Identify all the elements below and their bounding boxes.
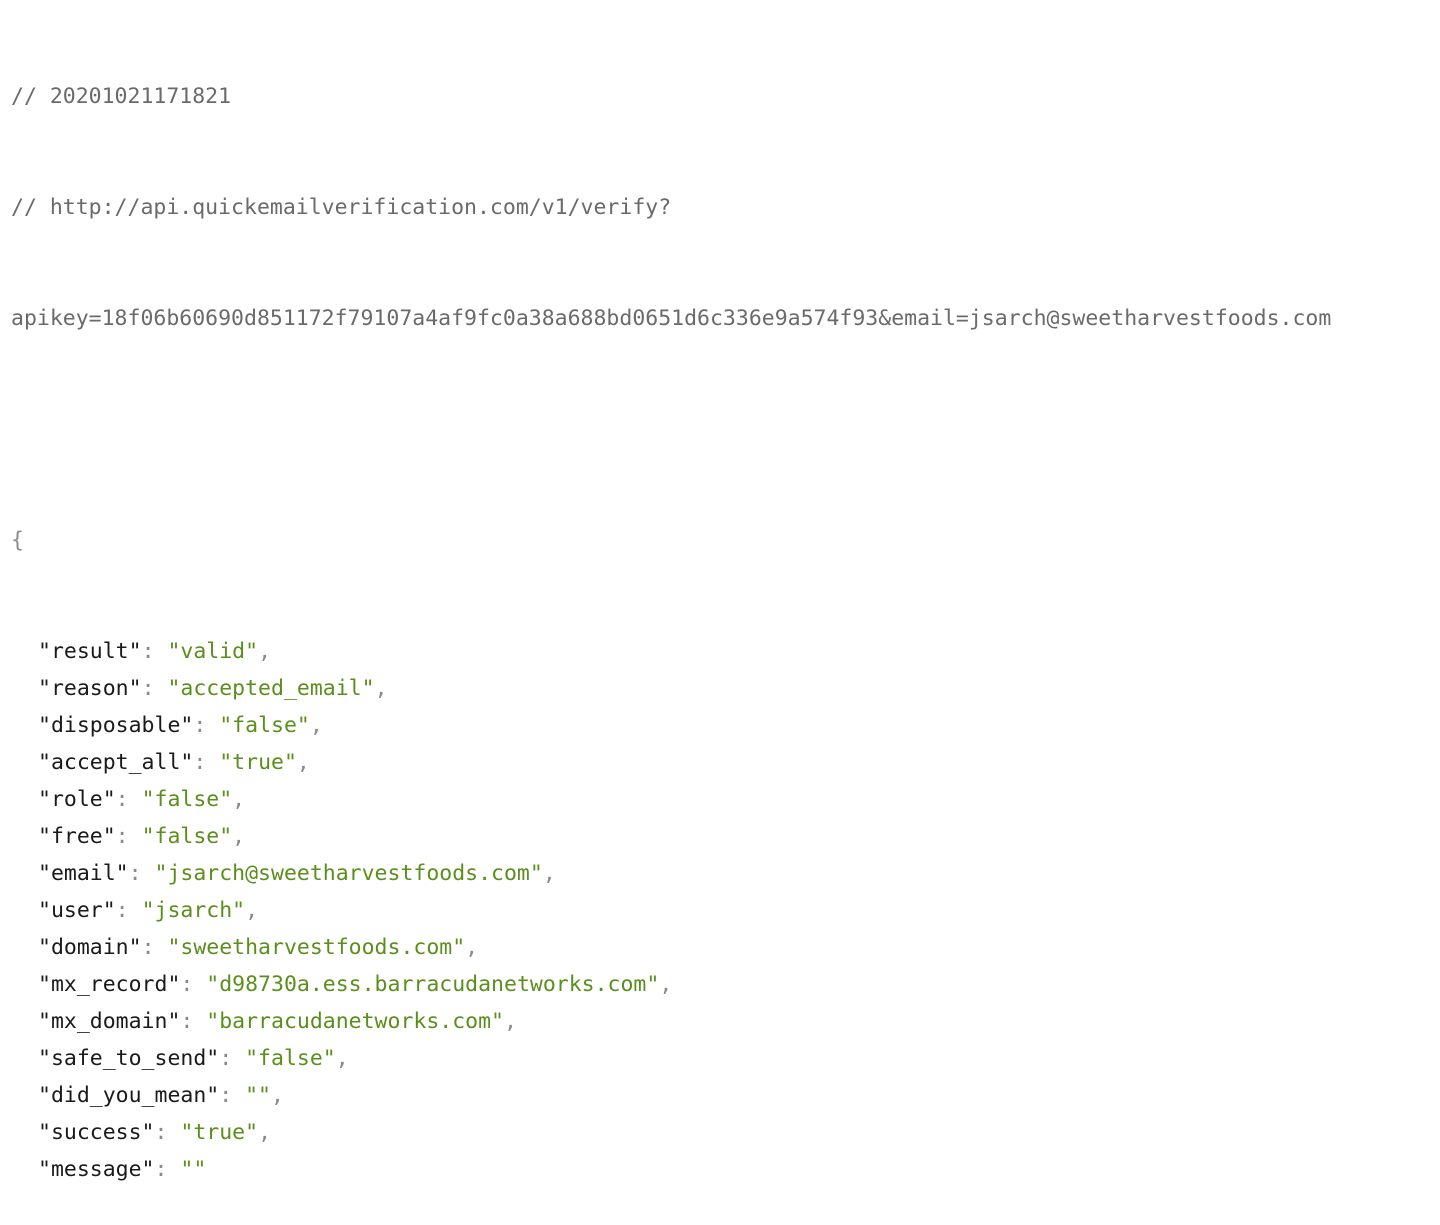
json-entry-line: "email": "jsarch@sweetharvestfoods.com", — [11, 855, 1331, 892]
json-entry-line: "domain": "sweetharvestfoods.com", — [11, 929, 1331, 966]
colon-separator: : — [141, 676, 168, 701]
colon-separator: : — [128, 861, 155, 886]
colon-separator: : — [141, 639, 168, 664]
json-key: "disposable" — [38, 713, 194, 738]
colon-separator: : — [193, 750, 220, 775]
json-string-value: "valid" — [167, 639, 259, 664]
json-entries: "result": "valid", "reason": "accepted_em… — [11, 633, 1331, 1188]
json-string-value: "true" — [219, 750, 297, 775]
open-brace: { — [11, 528, 24, 553]
json-string-value: "accepted_email" — [167, 676, 375, 701]
comma-separator: , — [465, 935, 479, 960]
colon-separator: : — [154, 1120, 181, 1145]
json-key: "role" — [38, 787, 116, 812]
json-string-value: "false" — [219, 713, 310, 738]
colon-separator: : — [180, 1009, 207, 1034]
timestamp-comment: // 20201021171821 — [11, 84, 232, 109]
json-key: "mx_domain" — [38, 1009, 181, 1034]
colon-separator: : — [180, 972, 207, 997]
url-comment-line-1: // http://api.quickemailverification.com… — [11, 195, 672, 220]
json-entry-line: "accept_all": "true", — [11, 744, 1331, 781]
colon-separator: : — [115, 787, 142, 812]
json-string-value: "barracudanetworks.com" — [206, 1009, 504, 1034]
json-key: "safe_to_send" — [38, 1046, 220, 1071]
json-key: "domain" — [38, 935, 142, 960]
json-string-value: "jsarch@sweetharvestfoods.com" — [154, 861, 543, 886]
json-string-value: "sweetharvestfoods.com" — [167, 935, 466, 960]
json-key: "mx_record" — [38, 972, 181, 997]
comma-separator: , — [296, 750, 310, 775]
comma-separator: , — [374, 676, 388, 701]
json-key: "user" — [38, 898, 116, 923]
comma-separator: , — [232, 787, 246, 812]
json-entry-line: "role": "false", — [11, 781, 1331, 818]
json-string-value: "d98730a.ess.barracudanetworks.com" — [206, 972, 660, 997]
json-entry-line: "did_you_mean": "", — [11, 1077, 1331, 1114]
colon-separator: : — [219, 1083, 246, 1108]
json-key: "email" — [38, 861, 129, 886]
json-entry-line: "reason": "accepted_email", — [11, 670, 1331, 707]
json-key: "reason" — [38, 676, 142, 701]
json-string-value: "" — [180, 1157, 207, 1182]
colon-separator: : — [193, 713, 220, 738]
comma-separator: , — [258, 639, 272, 664]
comma-separator: , — [542, 861, 556, 886]
json-entry-line: "user": "jsarch", — [11, 892, 1331, 929]
json-entry-line: "message": "" — [11, 1151, 1331, 1188]
json-entry-line: "free": "false", — [11, 818, 1331, 855]
json-key: "free" — [38, 824, 116, 849]
json-entry-line: "safe_to_send": "false", — [11, 1040, 1331, 1077]
json-entry-line: "result": "valid", — [11, 633, 1331, 670]
colon-separator: : — [115, 824, 142, 849]
json-string-value: "jsarch" — [141, 898, 246, 923]
comma-separator: , — [659, 972, 673, 997]
comma-separator: , — [232, 824, 246, 849]
json-entry-line: "success": "true", — [11, 1114, 1331, 1151]
json-entry-line: "disposable": "false", — [11, 707, 1331, 744]
json-string-value: "false" — [141, 787, 233, 812]
json-entry-line: "mx_domain": "barracudanetworks.com", — [11, 1003, 1331, 1040]
comma-separator: , — [271, 1083, 284, 1108]
comma-separator: , — [309, 713, 323, 738]
json-string-value: "" — [245, 1083, 271, 1108]
json-string-value: "false" — [245, 1046, 336, 1071]
json-string-value: "false" — [141, 824, 233, 849]
json-viewer: // 20201021171821 // http://api.quickema… — [11, 4, 1331, 1225]
url-comment-line-2: apikey=18f06b60690d851172f79107a4af9fc0a… — [11, 306, 1332, 331]
json-entry-line: "mx_record": "d98730a.ess.barracudanetwo… — [11, 966, 1331, 1003]
comma-separator: , — [335, 1046, 349, 1071]
json-key: "message" — [38, 1157, 155, 1182]
json-key: "result" — [38, 639, 142, 664]
json-string-value: "true" — [180, 1120, 259, 1145]
colon-separator: : — [154, 1157, 181, 1182]
json-key: "success" — [38, 1120, 155, 1145]
json-key: "accept_all" — [38, 750, 194, 775]
comma-separator: , — [245, 898, 259, 923]
colon-separator: : — [141, 935, 168, 960]
comma-separator: , — [504, 1009, 517, 1034]
json-key: "did_you_mean" — [38, 1083, 220, 1108]
colon-separator: : — [115, 898, 142, 923]
comma-separator: , — [258, 1120, 272, 1145]
colon-separator: : — [219, 1046, 246, 1071]
